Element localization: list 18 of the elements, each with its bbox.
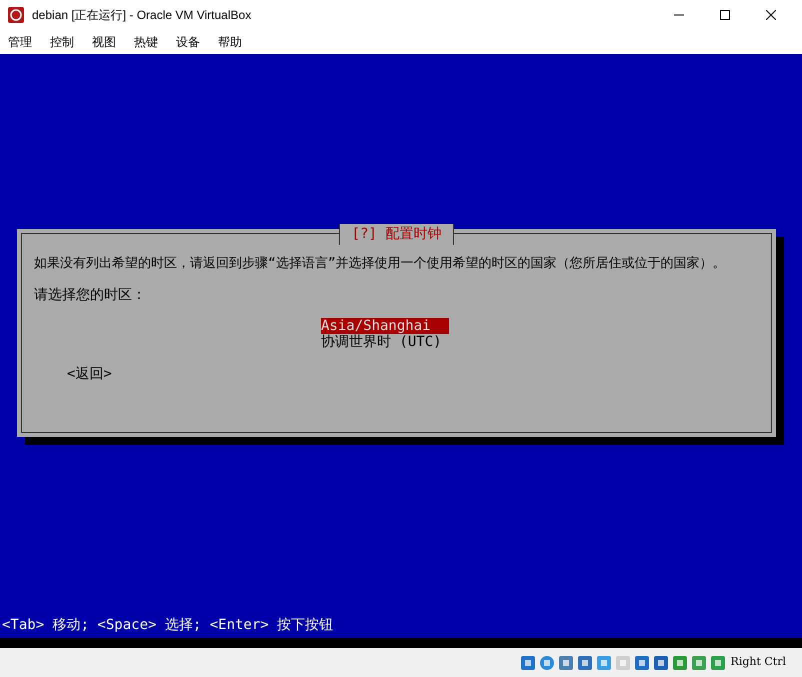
app-logo-icon: [8, 7, 24, 23]
menu-item[interactable]: 热键: [134, 33, 158, 51]
back-button[interactable]: <返回>: [67, 364, 112, 385]
host-key-label: Right Ctrl: [730, 654, 786, 670]
timezone-option[interactable]: 协调世界时 (UTC): [321, 334, 442, 350]
menu-item[interactable]: 视图: [92, 33, 116, 51]
dialog-title: [?] 配置时钟: [338, 224, 454, 245]
menu-item[interactable]: 设备: [176, 33, 200, 51]
dialog-message: 如果没有列出希望的时区，请返回到步骤“选择语言”并选择使用一个使用希望的时区的国家（您所居住或位于的国家）。: [33, 255, 727, 273]
menu-item[interactable]: 管理: [8, 33, 32, 51]
menu-item[interactable]: 帮助: [218, 33, 242, 51]
window-title: debian [正在运行] - Oracle VM VirtualBox: [32, 7, 252, 24]
prompt-label: 请选择您的时区：: [33, 286, 147, 305]
maximize-icon: [720, 10, 730, 20]
menu-item[interactable]: 控制: [50, 33, 74, 51]
close-icon: [766, 10, 776, 20]
key-hint-text: <Tab> 移动; <Space> 选择; <Enter> 按下按钮: [2, 616, 334, 634]
timezone-option[interactable]: Asia/Shanghai: [321, 318, 449, 334]
